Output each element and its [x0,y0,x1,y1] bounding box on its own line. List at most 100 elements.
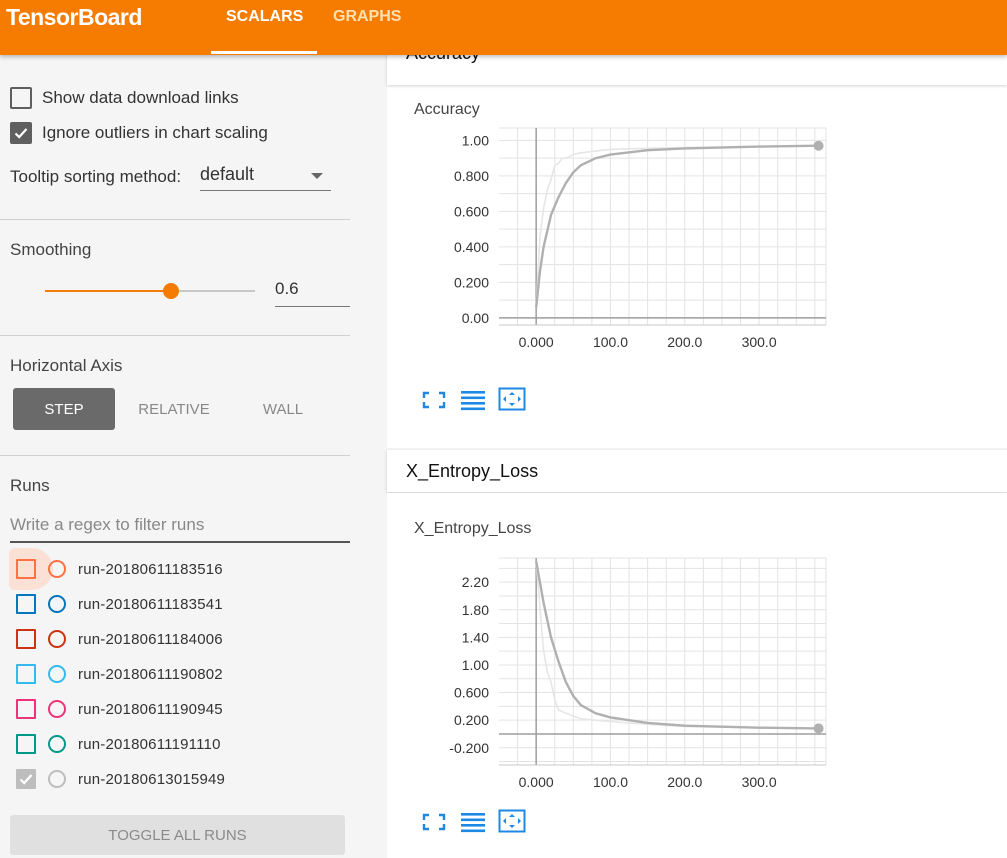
log-scale-icon[interactable] [459,388,487,412]
fullscreen-icon[interactable] [420,810,448,834]
fit-domain-icon[interactable] [498,387,526,411]
y-tick-label: 0.600 [454,203,489,219]
y-tick-label: 0.600 [454,685,489,701]
x-tick-label: 200.0 [667,774,702,790]
ignore-outliers-option[interactable]: Ignore outliers in chart scaling [10,122,268,144]
x-tick-label: 100.0 [593,334,628,350]
run-color-radio[interactable] [48,700,66,718]
toggle-all-runs-button[interactable]: TOGGLE ALL RUNS [10,815,345,855]
card-header-title: X_Entropy_Loss [406,461,539,481]
chevron-down-icon [311,173,323,179]
chart-title: Accuracy [414,101,480,118]
y-tick-label: 0.200 [454,712,489,728]
horizontal-axis-title: Horizontal Axis [10,356,123,375]
run-item[interactable]: run-20180611191110 [16,729,221,759]
run-color-radio[interactable] [48,665,66,683]
show-download-links-label: Show data download links [42,88,239,107]
checkmark-icon [14,128,28,139]
smoothing-input[interactable]: 0.6 [275,279,350,307]
series-end-point [813,140,824,151]
run-checkbox[interactable] [16,664,36,684]
run-name: run-20180611190945 [78,700,223,718]
run-color-radio[interactable] [48,735,66,753]
y-tick-label: 0.800 [454,168,489,184]
axis-step-button[interactable]: STEP [13,388,115,430]
y-tick-label: -0.200 [449,740,489,756]
y-tick-label: 1.80 [462,602,489,618]
x-tick-label: 200.0 [667,334,702,350]
ignore-outliers-checkbox[interactable] [10,122,32,144]
run-checkbox[interactable] [16,769,36,789]
raw-series-line [535,144,819,308]
main-content: Accuracy Accuracy 0.000.2000.4000.6000.8… [387,43,1007,858]
run-checkbox[interactable] [16,594,36,614]
axis-wall-button[interactable]: WALL [233,388,333,430]
axis-relative-button[interactable]: RELATIVE [123,388,225,430]
tab-scalars[interactable]: SCALARS [226,8,303,26]
run-item[interactable]: run-20180613015949 [16,764,225,794]
x-entropy-loss-chart[interactable]: -0.200 0.200 0.600 1.00 1.40 1.80 2.20 0.000 100… [427,550,847,805]
accuracy-card: Accuracy Accuracy 0.000.2000.4000.6000.8… [387,43,1007,448]
smoothed-series-line [535,144,819,308]
y-tick-label: 1.00 [462,657,489,673]
tooltip-sorting-select[interactable]: default [200,163,331,191]
smoothing-slider-fill [45,290,171,292]
y-tick-label: 1.00 [462,132,489,148]
show-download-links-checkbox[interactable] [10,87,32,109]
checkmark-icon [19,774,33,785]
run-color-radio[interactable] [48,595,66,613]
run-color-radio[interactable] [48,630,66,648]
smoothing-title: Smoothing [10,240,92,259]
x-entropy-loss-card: X_Entropy_Loss -0.200 0.200 0.600 1.00 1.40 1… [387,493,1007,858]
runs-filter-input[interactable]: Write a regex to filter runs [10,515,350,543]
log-scale-icon[interactable] [459,810,487,834]
y-tick-label: 2.20 [462,574,489,590]
run-name: run-20180611183516 [78,560,223,578]
fit-domain-icon[interactable] [498,809,526,833]
run-checkbox[interactable] [16,734,36,754]
smoothed-series-line [535,561,819,730]
runs-title: Runs [10,476,50,495]
divider [0,335,350,336]
tooltip-sorting-value: default [200,164,255,184]
y-tick-label: 0.00 [462,310,489,326]
run-item[interactable]: run-20180611190945 [16,694,223,724]
run-checkbox[interactable] [16,699,36,719]
y-tick-label: 0.200 [454,274,489,290]
run-name: run-20180611184006 [78,630,223,648]
run-name: run-20180613015949 [78,770,226,788]
run-item[interactable]: run-20180611184006 [16,624,223,654]
x-tick-label: 100.0 [593,774,628,790]
x-entropy-loss-card-header[interactable]: X_Entropy_Loss [387,450,1007,492]
run-checkbox[interactable] [16,559,36,579]
x-tick-label: 0.000 [519,774,554,790]
top-app-bar: TensorBoard SCALARS GRAPHS [0,0,1007,55]
run-item[interactable]: run-20180611183516 [16,554,223,584]
smoothing-slider[interactable] [45,283,255,299]
fullscreen-icon[interactable] [420,388,448,412]
run-item[interactable]: run-20180611183541 [16,589,223,619]
run-item[interactable]: run-20180611190802 [16,659,223,689]
run-name: run-20180611190802 [78,665,223,683]
app-title: TensorBoard [6,4,142,30]
sidebar: Show data download links Ignore outliers… [0,55,385,858]
accuracy-chart[interactable]: 0.00 0.200 0.400 0.600 0.800 1.00 0.000 100.0 20… [427,120,847,365]
active-tab-indicator [211,51,317,54]
run-name: run-20180611191110 [78,735,221,753]
smoothing-slider-handle[interactable] [163,283,179,299]
tab-graphs[interactable]: GRAPHS [333,8,401,26]
divider [0,219,350,220]
x-tick-label: 0.000 [519,334,554,350]
run-color-radio[interactable] [48,770,66,788]
tooltip-sorting-row: Tooltip sorting method: [10,167,181,187]
run-name: run-20180611183541 [78,595,223,613]
run-checkbox[interactable] [16,629,36,649]
x-tick-label: 300.0 [742,774,777,790]
x-tick-label: 300.0 [742,334,777,350]
series-end-point [813,723,824,734]
show-download-links-option[interactable]: Show data download links [10,87,239,109]
run-color-radio[interactable] [48,560,66,578]
ignore-outliers-label: Ignore outliers in chart scaling [42,123,268,142]
divider [0,455,350,456]
y-tick-label: 0.400 [454,239,489,255]
